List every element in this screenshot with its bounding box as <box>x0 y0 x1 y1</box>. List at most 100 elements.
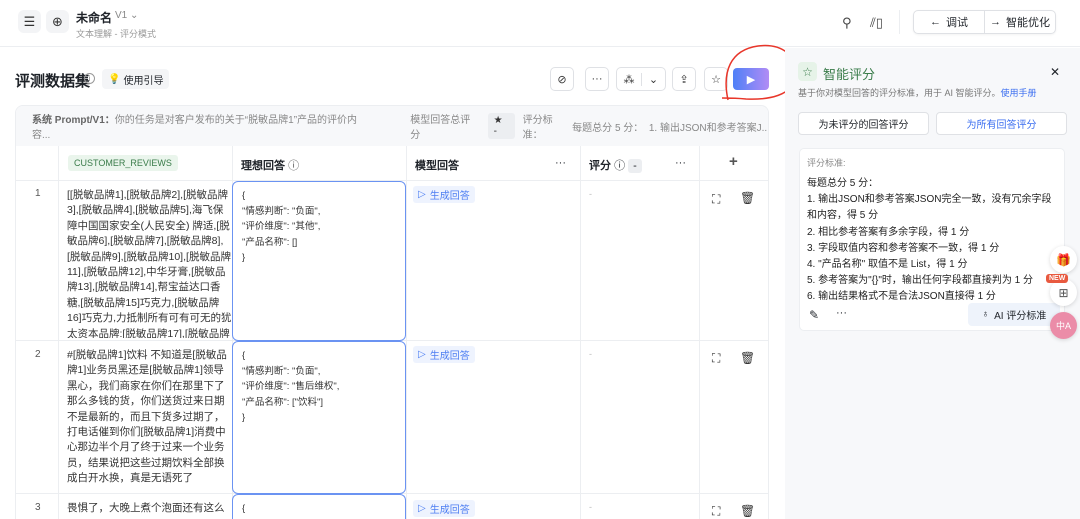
play-outline-icon: ▷ <box>418 189 426 200</box>
criteria-line: 4. "产品名称" 取值不是 List，得 1 分 <box>807 259 968 271</box>
criteria-line: 2. 相比参考答案有多余字段，得 1 分 <box>807 226 970 238</box>
row-index: 3 <box>35 502 41 513</box>
ideal-answer-editor[interactable]: { <box>232 494 406 519</box>
generate-label: 生成回答 <box>429 505 470 516</box>
help-icon[interactable]: ⓘ <box>614 160 625 172</box>
play-outline-icon: ▷ <box>418 503 426 514</box>
total-score-value: - <box>493 126 498 137</box>
divider <box>899 10 900 34</box>
criteria-line: 5. 参考答案为"{}"时，输出任何字段都直接判为 1 分 <box>807 275 1034 287</box>
panel-description: 基于你对模型回答的评分标准，用于 AI 智能评分。使用手册 <box>798 86 1037 99</box>
star-icon: ☆ <box>798 62 817 81</box>
review-cell[interactable]: #[脱敏品牌1]饮料 不知道是[脱敏品牌1]业务员黑还是[脱敏品牌1]领导黑心，… <box>67 348 233 493</box>
panel-title: 智能评分 <box>823 67 876 82</box>
expand-icon[interactable]: ⛶ <box>712 351 720 366</box>
criteria-preview[interactable]: 每题总分 5 分： 1. 输出JSON和参考答案J... <box>572 119 768 134</box>
header-score-label: 评分 <box>589 160 611 172</box>
review-cell[interactable]: 畏惧了，大晚上煮个泡面还有这么 <box>67 501 233 518</box>
info-icon[interactable]: i <box>84 73 95 84</box>
page-title: 评测数据集 <box>15 73 91 90</box>
score-cell: - <box>589 189 592 199</box>
row-index: 1 <box>35 188 41 199</box>
header-ideal: 理想回答 ⓘ <box>241 157 299 173</box>
magic-button[interactable]: ⁂ ⌄ <box>616 67 666 91</box>
menu-button[interactable]: ☰ <box>18 10 41 33</box>
apps-icon[interactable]: ⊞ <box>1050 279 1077 306</box>
eye-off-icon: ⊘ <box>557 73 567 86</box>
upload-button[interactable]: ⇪ <box>672 67 696 91</box>
guide-label: 使用引导 <box>123 75 164 87</box>
arrow-left-icon: ← <box>930 16 941 28</box>
trash-icon[interactable]: 🗑 <box>740 351 755 365</box>
more-button[interactable]: ··· <box>585 67 609 91</box>
chevron-down-icon: ⌄ <box>130 10 139 21</box>
top-header: ☰ ⊕ 未命名 V1 ⌄ 文本理解 - 评分模式 ⚲ ⫽▯ ← 调试 → 智能优化 <box>0 0 1080 47</box>
wrench-icon[interactable]: ⚲ <box>842 15 852 31</box>
total-score-badge: ★ - <box>487 113 515 139</box>
more-icon[interactable]: ··· <box>675 157 686 169</box>
lightbulb-icon: ♁ <box>981 309 990 320</box>
column-tag-reviews: CUSTOMER_REVIEWS <box>68 155 178 171</box>
hide-button[interactable]: ⊘ <box>550 67 574 91</box>
version-select[interactable]: V1 ⌄ <box>115 10 138 21</box>
expand-icon[interactable]: ⛶ <box>712 192 720 207</box>
more-icon[interactable]: ··· <box>555 157 566 169</box>
arrow-right-icon: → <box>990 16 1001 28</box>
header-ideal-label: 理想回答 <box>241 160 285 172</box>
smart-scoring-panel: ☆ 智能评分 ✕ 基于你对模型回答的评分标准，用于 AI 智能评分。使用手册 为… <box>785 48 1080 519</box>
ideal-answer-editor[interactable]: { "情感判断": "负面", "评价维度": "售后维权", "产品名称": … <box>232 341 406 494</box>
generate-label: 生成回答 <box>429 351 470 362</box>
library-icon[interactable]: ⫽▯ <box>870 15 883 31</box>
header-score: 评分 ⓘ - <box>589 157 642 173</box>
trash-icon[interactable]: 🗑 <box>740 191 755 205</box>
row-index: 2 <box>35 349 41 360</box>
edit-icon[interactable]: ✎ <box>809 308 819 322</box>
chevron-down-icon: ⌄ <box>640 72 665 86</box>
translate-icon[interactable]: 中A <box>1050 312 1077 339</box>
score-cell: - <box>589 502 592 512</box>
play-outline-icon: ▷ <box>418 349 426 360</box>
menu-icon: ☰ <box>23 13 36 29</box>
dataset-table: 系统 Prompt/V1：你的任务是对客户发布的关于“脱敏品牌1”产品的评价内容… <box>15 105 769 519</box>
ideal-answer-editor[interactable]: { "情感判断": "负面", "评价维度": "其他", "产品名称": []… <box>232 181 406 341</box>
plus-circle-icon: ⊕ <box>52 13 63 29</box>
gift-icon[interactable]: 🎁 <box>1050 246 1077 273</box>
prompt-preview[interactable]: 系统 Prompt/V1：你的任务是对客户发布的关于“脱敏品牌1”产品的评价内容… <box>32 111 372 141</box>
add-button[interactable]: ⊕ <box>46 10 69 33</box>
prompt-label: 系统 Prompt/V1： <box>32 115 115 126</box>
add-column-button[interactable]: + <box>729 153 738 170</box>
criteria-line: 每题总分 5 分： <box>807 178 879 189</box>
generate-button[interactable]: ▷ 生成回答 <box>413 500 475 517</box>
panel-desc-text: 基于你对模型回答的评分标准，用于 AI 智能评分。 <box>798 88 1001 98</box>
criteria-line: 3. 字段取值内容和参考答案不一致，得 1 分 <box>807 242 1000 254</box>
generate-button[interactable]: ▷ 生成回答 <box>413 346 475 363</box>
nav-group: ← 调试 → 智能优化 <box>913 10 1056 34</box>
app-subtitle: 文本理解 - 评分模式 <box>76 29 156 39</box>
score-all-button[interactable]: 为所有回答评分 <box>936 112 1067 135</box>
prompt-bar: 系统 Prompt/V1：你的任务是对客户发布的关于“脱敏品牌1”产品的评价内容… <box>16 106 768 146</box>
criteria-line: 1. 输出JSON和参考答案JSON完全一致，没有冗余字段和内容，得 5 分 <box>807 194 1052 222</box>
debug-button[interactable]: ← 调试 <box>914 11 984 33</box>
criteria-card-label: 评分标准: <box>807 158 846 168</box>
help-icon[interactable]: ⓘ <box>288 160 299 172</box>
more-icon[interactable]: ··· <box>836 307 847 319</box>
generate-label: 生成回答 <box>429 191 470 202</box>
score-cell: - <box>589 349 592 359</box>
ai-criteria-button[interactable]: ♁ AI 评分标准 <box>968 303 1060 326</box>
review-cell[interactable]: [[脱敏品牌1],[脱敏品牌2],[脱敏品牌3],[脱敏品牌4],[脱敏品牌5]… <box>67 188 233 338</box>
new-badge: NEW <box>1046 274 1069 283</box>
score-filter[interactable]: - <box>628 159 642 173</box>
optimize-button[interactable]: → 智能优化 <box>984 11 1055 33</box>
guide-button[interactable]: 💡 使用引导 <box>102 69 170 89</box>
version-label: V1 <box>115 10 128 21</box>
trash-icon[interactable]: 🗑 <box>740 504 755 518</box>
app-title: 未命名 <box>76 11 113 25</box>
total-score-label: 模型回答总评分 <box>410 115 471 141</box>
score-unscored-button[interactable]: 为未评分的回答评分 <box>798 112 929 135</box>
manual-link[interactable]: 使用手册 <box>1001 88 1037 98</box>
expand-icon[interactable]: ⛶ <box>712 504 720 519</box>
lightbulb-icon: 💡 <box>108 73 121 85</box>
debug-label: 调试 <box>946 17 968 29</box>
close-icon[interactable]: ✕ <box>1050 65 1060 79</box>
generate-button[interactable]: ▷ 生成回答 <box>413 186 475 203</box>
